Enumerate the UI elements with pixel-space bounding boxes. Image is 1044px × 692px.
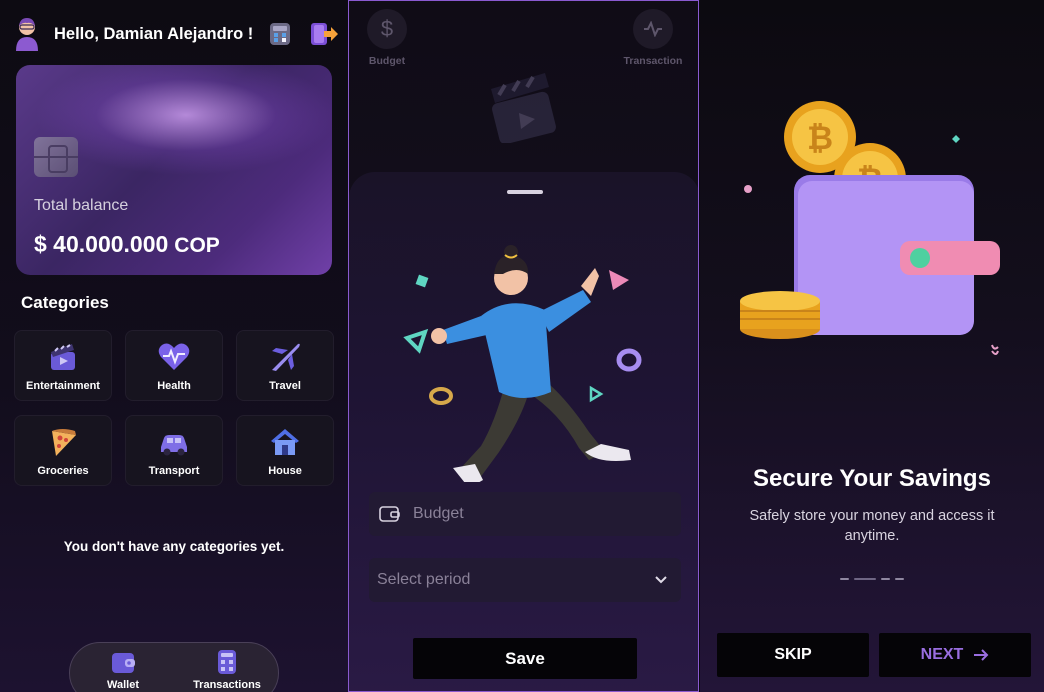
category-label: Health [157,380,191,392]
heart-pulse-icon [158,343,190,370]
airplane-icon [272,343,300,371]
page-dot[interactable] [881,578,890,580]
category-label: House [268,465,302,477]
category-grid: Entertainment Health Travel Groceries Tr… [14,330,334,486]
period-input[interactable] [369,571,655,589]
period-select[interactable] [369,558,681,602]
chevron-down-icon[interactable] [655,576,667,584]
category-label: Groceries [37,465,89,477]
nav-wallet[interactable]: Wallet [78,649,168,691]
page-dot[interactable] [895,578,904,580]
running-person-illustration [403,245,642,482]
page-dot[interactable] [840,578,849,580]
category-transport[interactable]: Transport [125,415,223,486]
skip-button[interactable]: SKIP [717,633,869,677]
category-travel[interactable]: Travel [236,330,334,401]
empty-categories-message: You don't have any categories yet. [63,539,285,554]
sheet-handle[interactable] [507,190,543,194]
categories-title: Categories [21,293,109,312]
page-dot-active[interactable] [854,578,876,580]
arrow-right-icon [974,649,989,661]
category-label: Entertainment [26,380,100,392]
budget-input[interactable] [413,505,681,523]
greeting: Hello, Damian Alejandro ! [54,24,254,43]
save-button[interactable]: Save [413,638,637,679]
calculator-icon[interactable] [268,22,292,46]
bg-tab-budget-label: Budget [368,55,406,67]
budget-field[interactable] [369,492,681,536]
wallet-coins-illustration: ₿ ₿ [740,101,1000,355]
card-chip-icon [34,137,78,177]
nav-transactions-label: Transactions [193,679,261,691]
onboarding-screen: ₿ ₿ Secure Your Savings Safely store you… [700,0,1044,692]
balance-currency: COP [174,234,220,257]
wallet-icon [112,653,135,673]
home-header: Hello, Damian Alejandro ! [14,14,338,54]
category-label: Transport [148,465,200,477]
category-label: Travel [269,380,301,392]
logout-icon[interactable] [310,22,338,46]
activity-icon [633,9,673,49]
bg-tab-budget: $ Budget [357,9,417,67]
bottom-nav: Wallet Transactions [69,642,279,692]
wallet-icon [379,506,400,522]
bg-tab-transaction-label: Transaction [623,55,683,67]
transactions-icon [218,650,236,674]
category-house[interactable]: House [236,415,334,486]
next-label: NEXT [920,646,964,663]
balance-card[interactable]: Total balance $ 40.000.000 COP [16,65,332,275]
onboarding-subtitle: Safely store your money and access it an… [749,508,995,544]
balance-amount: $ 40.000.000 COP [34,231,220,258]
onboarding-title: Secure Your Savings [753,465,991,492]
balance-value: $ 40.000.000 [34,231,169,257]
avatar[interactable] [14,17,40,51]
house-icon [271,429,299,455]
budget-sheet: Save [349,172,698,691]
clapperboard-icon [51,344,75,370]
pizza-icon [52,429,76,456]
page-indicator [840,578,904,580]
category-entertainment[interactable]: Entertainment [14,330,112,401]
clapperboard-icon [491,73,556,143]
dollar-icon: $ [367,9,407,49]
category-groceries[interactable]: Groceries [14,415,112,486]
nav-wallet-label: Wallet [107,679,139,691]
home-screen: Hello, Damian Alejandro ! Total balance … [0,0,348,692]
balance-label: Total balance [34,197,129,214]
car-icon [161,435,187,456]
category-health[interactable]: Health [125,330,223,401]
budget-screen: $ Budget Transaction Budget Select perio… [348,0,699,692]
bg-tab-transaction: Transaction [621,9,685,67]
svg-text:₿: ₿ [807,120,833,156]
nav-transactions[interactable]: Transactions [182,649,272,691]
next-button[interactable]: NEXT [879,633,1031,677]
